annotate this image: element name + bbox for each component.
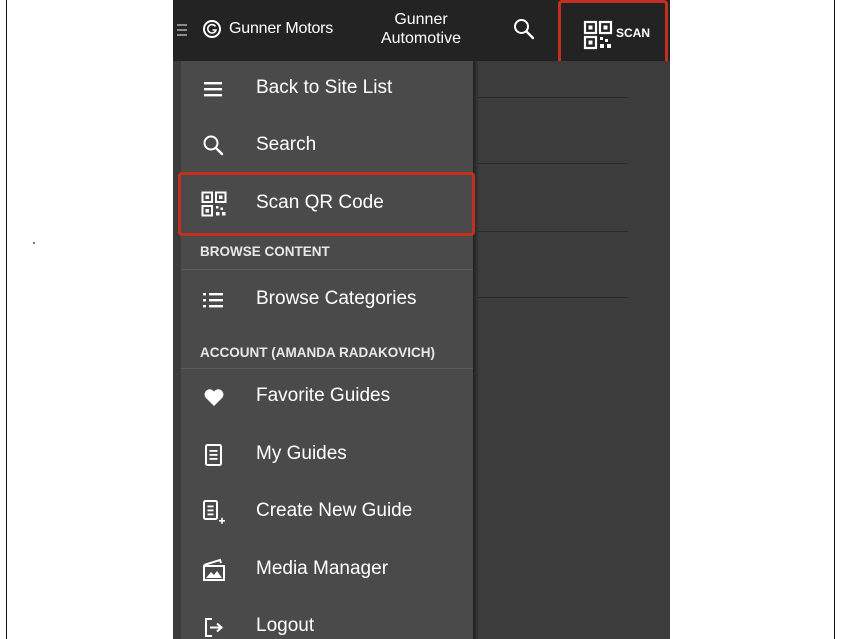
menu-item-create-new-guide-label: Create New Guide <box>256 500 413 521</box>
menu-item-favorite-guides[interactable]: Favorite Guides <box>181 369 473 425</box>
menu-item-create-new-guide[interactable]: Create New Guide <box>181 484 473 540</box>
menu-item-favorite-guides-label: Favorite Guides <box>256 385 391 406</box>
menu-item-my-guides[interactable]: My Guides <box>181 427 473 483</box>
menu-item-logout-label: Logout <box>256 615 315 636</box>
menu-item-logout[interactable]: Logout <box>181 599 473 639</box>
drawer-shadow <box>473 61 479 639</box>
bulleted-list-icon <box>201 287 227 313</box>
menu-icon[interactable] <box>177 24 187 36</box>
scan-button[interactable]: SCAN <box>558 0 668 68</box>
menu-item-media-manager-label: Media Manager <box>256 558 389 579</box>
pane-divider <box>478 231 628 232</box>
menu-item-browse-categories-label: Browse Categories <box>256 288 417 309</box>
pane-divider <box>478 163 628 164</box>
pane-divider <box>478 97 628 98</box>
qr-code-icon <box>583 20 613 55</box>
divider <box>181 269 473 270</box>
scan-label: SCAN <box>616 26 651 40</box>
phone-screen: Gunner Motors Gunner Automotive SCAN Bac… <box>173 0 670 639</box>
gunner-logo-icon <box>203 20 221 38</box>
menu-item-back[interactable]: Back to Site List <box>181 61 473 117</box>
menu-item-search-label: Search <box>256 134 317 155</box>
heart-icon <box>201 384 227 410</box>
menu-item-my-guides-label: My Guides <box>256 443 347 464</box>
menu-item-media-manager[interactable]: Media Manager <box>181 542 473 598</box>
logout-icon <box>201 614 227 639</box>
section-header-account: ACCOUNT (AMANDA RADAKOVICH) <box>181 333 473 373</box>
site-name-line-1: Gunner <box>394 11 448 28</box>
stray-dot <box>33 242 35 244</box>
menu-item-search[interactable]: Search <box>181 118 473 174</box>
site-name[interactable]: Gunner Automotive <box>366 10 476 48</box>
pane-divider <box>478 297 628 298</box>
section-header-browse: BROWSE CONTENT <box>181 232 473 272</box>
new-document-icon <box>201 499 227 525</box>
navigation-drawer: Back to Site List Search Scan QR Code BR… <box>181 61 473 639</box>
list-icon <box>201 76 227 102</box>
brand-name: Gunner Motors <box>229 20 334 37</box>
photo-gallery-icon <box>201 557 227 583</box>
scan-qr-highlight-box <box>178 172 475 236</box>
site-name-line-2: Automotive <box>380 30 462 47</box>
section-browse-label: BROWSE CONTENT <box>200 244 330 259</box>
search-icon[interactable] <box>513 18 535 45</box>
document-icon <box>201 442 227 468</box>
menu-item-browse-categories[interactable]: Browse Categories <box>181 272 473 328</box>
menu-item-back-label: Back to Site List <box>256 77 393 98</box>
content-pane <box>478 61 670 639</box>
section-account-label: ACCOUNT (AMANDA RADAKOVICH) <box>200 345 435 360</box>
search-icon <box>201 133 227 159</box>
